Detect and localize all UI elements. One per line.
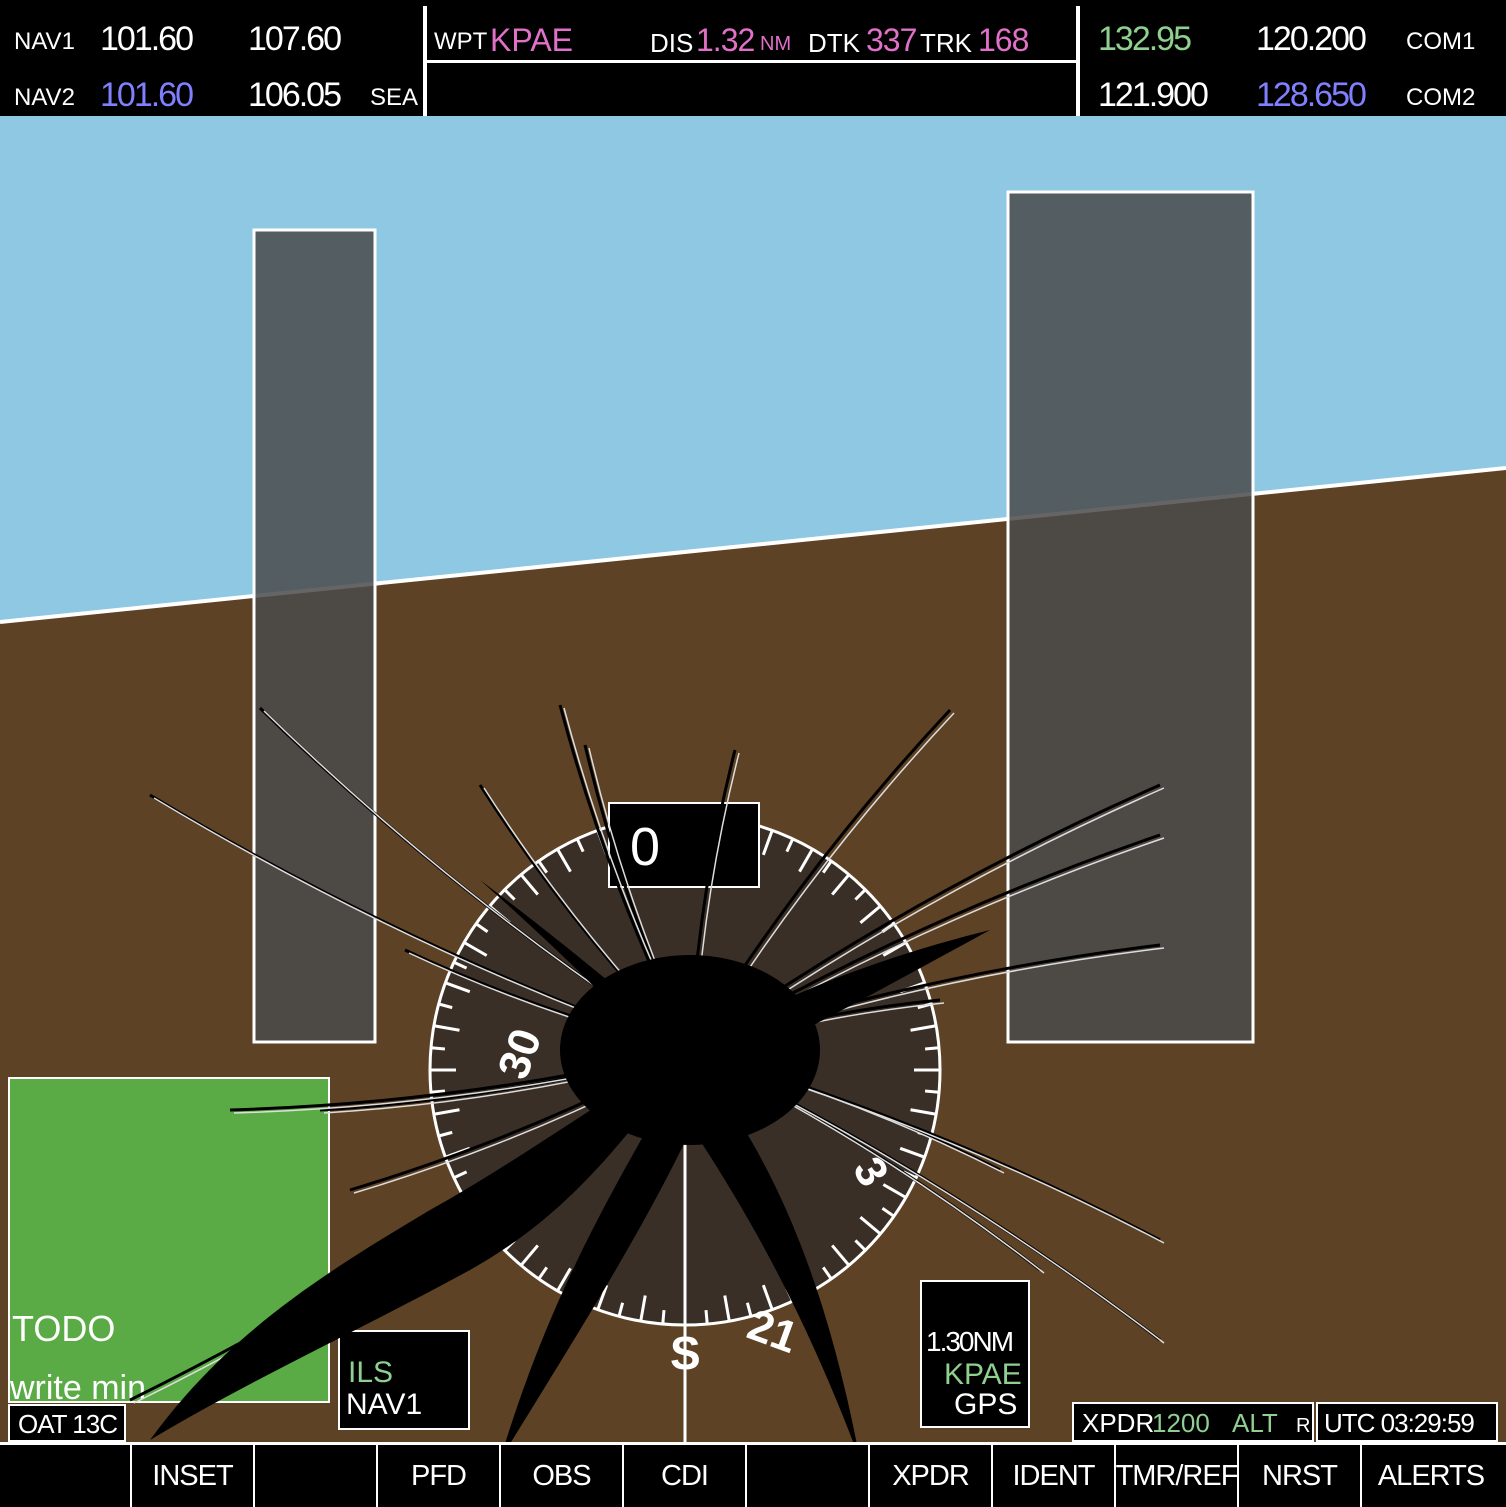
com2-label: COM2 — [1406, 84, 1476, 111]
compass-tick — [704, 1309, 709, 1325]
inset-map[interactable]: TODO write min — [8, 1077, 330, 1407]
wpt-label: WPT — [434, 28, 488, 55]
softkey-1[interactable] — [8, 1445, 130, 1507]
nav2-ident: SEA — [370, 84, 419, 111]
compass-tick — [430, 1089, 446, 1094]
wpt-id: KPAE — [490, 22, 573, 58]
softkey-cdi[interactable]: CDI — [622, 1445, 745, 1507]
softkey-pfd[interactable]: PFD — [376, 1445, 499, 1507]
softkey-xpdr[interactable]: XPDR — [868, 1445, 991, 1507]
com1-standby-frequency[interactable]: 120.200 — [1256, 22, 1367, 56]
compass-tick — [924, 1046, 940, 1051]
waypoint-divider — [427, 60, 1077, 63]
compass-tick — [661, 1309, 666, 1325]
inset-todo-text: TODO — [12, 1308, 116, 1349]
utc-time: UTC 03:29:59 — [1324, 1408, 1475, 1438]
softkey-obs[interactable]: OBS — [499, 1445, 622, 1507]
nav2-active-frequency[interactable]: 101.60 — [100, 78, 194, 112]
trk-label: TRK — [920, 28, 972, 58]
xpdr-mode: ALT — [1232, 1408, 1278, 1438]
trk-value: 168 — [978, 22, 1029, 58]
dis-value: 1.32 — [696, 22, 755, 58]
dis-label: DIS — [650, 28, 694, 58]
compass-tick — [924, 1089, 940, 1094]
softkey-tmr-ref[interactable]: TMR/REF — [1114, 1445, 1238, 1507]
com2-standby-frequency[interactable]: 128.650 — [1256, 78, 1367, 112]
nav1-label: NAV1 — [14, 28, 75, 55]
com2-active-frequency[interactable]: 121.900 — [1098, 78, 1209, 112]
xpdr-label: XPDR — [1082, 1408, 1155, 1438]
oat-value: OAT 13C — [18, 1409, 118, 1439]
nav2-standby-frequency[interactable]: 106.05 — [248, 78, 342, 112]
nav-source-box: ILS NAV1 — [338, 1330, 470, 1430]
gps-source: GPS — [954, 1388, 1018, 1421]
heading-value: 0 — [630, 817, 661, 877]
softkey-ident[interactable]: IDENT — [991, 1445, 1114, 1507]
softkey-3[interactable] — [253, 1445, 376, 1507]
xpdr-box: XPDR 1200 ALT R — [1072, 1402, 1314, 1442]
nav1-standby-frequency[interactable]: 107.60 — [248, 22, 342, 56]
gps-info-box: 1.30NM KPAE GPS — [920, 1280, 1030, 1428]
oat-box: OAT 13C — [8, 1404, 126, 1442]
softkey-nrst[interactable]: NRST — [1237, 1445, 1360, 1507]
softkey-7[interactable] — [745, 1445, 868, 1507]
compass-label-s: S — [670, 1327, 701, 1379]
xpdr-reply: R — [1296, 1415, 1311, 1437]
gps-distance: 1.30NM — [926, 1326, 1014, 1357]
inset-note-text: write min — [10, 1369, 147, 1407]
divider — [1076, 6, 1080, 116]
com1-label: COM1 — [1406, 28, 1476, 55]
nav2-label: NAV2 — [14, 84, 75, 111]
gps-waypoint: KPAE — [944, 1358, 1022, 1391]
nav-source-name: NAV1 — [346, 1388, 423, 1421]
heading-box: 0 — [608, 802, 760, 888]
softkey-alerts[interactable]: ALERTS — [1360, 1445, 1500, 1507]
top-bar: NAV1 101.60 107.60 NAV2 101.60 106.05 SE… — [0, 0, 1506, 116]
softkey-inset[interactable]: INSET — [130, 1445, 253, 1507]
compass-tick — [430, 1046, 446, 1051]
dtk-value: 337 — [866, 22, 917, 58]
com1-active-frequency[interactable]: 132.95 — [1098, 22, 1192, 56]
nav1-active-frequency[interactable]: 101.60 — [100, 22, 194, 56]
dtk-label: DTK — [808, 28, 860, 58]
dis-unit: NM — [760, 33, 792, 55]
softkey-bar: INSET PFD OBS CDI XPDR IDENT TMR/REF NRS… — [0, 1442, 1506, 1507]
nav-source-type: ILS — [348, 1356, 394, 1389]
xpdr-code: 1200 — [1152, 1408, 1210, 1438]
utc-box: UTC 03:29:59 — [1316, 1402, 1498, 1442]
